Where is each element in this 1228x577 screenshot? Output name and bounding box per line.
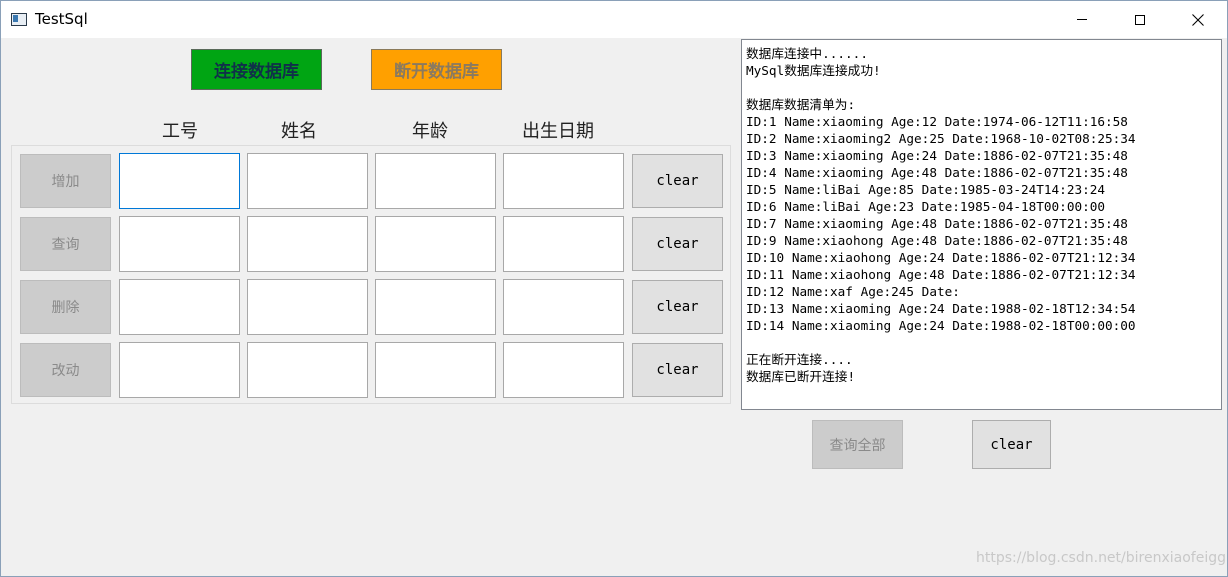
window-title: TestSql <box>35 10 88 28</box>
query-all-button[interactable]: 查询全部 <box>812 420 903 469</box>
delete-date-input[interactable] <box>503 279 624 335</box>
query-date-input[interactable] <box>503 216 624 272</box>
log-line: 数据库连接中...... <box>746 46 868 61</box>
delete-id-input[interactable] <box>119 279 240 335</box>
log-line: ID:1 Name:xiaoming Age:12 Date:1974-06-1… <box>746 114 1128 129</box>
log-line: ID:14 Name:xiaoming Age:24 Date:1988-02-… <box>746 318 1136 333</box>
modify-button[interactable]: 改动 <box>20 343 111 397</box>
log-line: 数据库已断开连接! <box>746 369 856 384</box>
add-age-input[interactable] <box>375 153 496 209</box>
log-line: ID:2 Name:xiaoming2 Age:25 Date:1968-10-… <box>746 131 1136 146</box>
app-icon <box>11 13 27 26</box>
column-header-age: 年龄 <box>412 121 448 142</box>
modify-id-input[interactable] <box>119 342 240 398</box>
delete-name-input[interactable] <box>247 279 368 335</box>
log-line: ID:13 Name:xiaoming Age:24 Date:1988-02-… <box>746 301 1136 316</box>
add-id-input[interactable] <box>119 153 240 209</box>
delete-button[interactable]: 删除 <box>20 280 111 334</box>
log-line: ID:5 Name:liBai Age:85 Date:1985-03-24T1… <box>746 182 1106 197</box>
log-line: ID:9 Name:xiaohong Age:48 Date:1886-02-0… <box>746 233 1128 248</box>
app-window: TestSql 连接数据库 断开数据库 工号 姓名 年龄 出生日期 增加 cle… <box>0 0 1228 577</box>
log-output-textbox[interactable]: 数据库连接中...... MySql数据库连接成功! 数据库数据清单为: ID:1 N… <box>741 39 1222 410</box>
disconnect-database-button[interactable]: 断开数据库 <box>371 49 502 90</box>
modify-date-input[interactable] <box>503 342 624 398</box>
column-header-id: 工号 <box>162 121 198 142</box>
minimize-icon <box>1077 19 1087 20</box>
add-row-clear-button[interactable]: clear <box>632 154 723 208</box>
modify-name-input[interactable] <box>247 342 368 398</box>
title-bar: TestSql <box>1 1 1227 38</box>
query-row-clear-button[interactable]: clear <box>632 217 723 271</box>
close-button[interactable] <box>1169 1 1227 38</box>
query-button[interactable]: 查询 <box>20 217 111 271</box>
log-line: ID:7 Name:xiaoming Age:48 Date:1886-02-0… <box>746 216 1128 231</box>
watermark: https://blog.csdn.net/birenxiaofeigg <box>976 550 1226 566</box>
log-line: 正在断开连接.... <box>746 352 853 367</box>
query-name-input[interactable] <box>247 216 368 272</box>
log-line: MySql数据库连接成功! <box>746 63 881 78</box>
log-line: ID:3 Name:xiaoming Age:24 Date:1886-02-0… <box>746 148 1128 163</box>
log-line: ID:6 Name:liBai Age:23 Date:1985-04-18T0… <box>746 199 1106 214</box>
connect-database-button[interactable]: 连接数据库 <box>191 49 322 90</box>
delete-row-clear-button[interactable]: clear <box>632 280 723 334</box>
modify-row-clear-button[interactable]: clear <box>632 343 723 397</box>
add-date-input[interactable] <box>503 153 624 209</box>
log-line: ID:12 Name:xaf Age:245 Date: <box>746 284 960 299</box>
log-line: ID:11 Name:xiaohong Age:48 Date:1886-02-… <box>746 267 1136 282</box>
delete-age-input[interactable] <box>375 279 496 335</box>
maximize-button[interactable] <box>1111 1 1169 38</box>
modify-age-input[interactable] <box>375 342 496 398</box>
log-line: ID:4 Name:xiaoming Age:48 Date:1886-02-0… <box>746 165 1128 180</box>
maximize-icon <box>1135 14 1145 25</box>
add-button[interactable]: 增加 <box>20 154 111 208</box>
log-line: ID:10 Name:xiaohong Age:24 Date:1886-02-… <box>746 250 1136 265</box>
close-icon <box>1192 13 1204 26</box>
log-line: 数据库数据清单为: <box>746 97 856 112</box>
column-header-name: 姓名 <box>281 121 317 142</box>
query-id-input[interactable] <box>119 216 240 272</box>
minimize-button[interactable] <box>1053 1 1111 38</box>
add-name-input[interactable] <box>247 153 368 209</box>
log-clear-button[interactable]: clear <box>972 420 1051 469</box>
query-age-input[interactable] <box>375 216 496 272</box>
column-header-birthdate: 出生日期 <box>522 121 594 142</box>
